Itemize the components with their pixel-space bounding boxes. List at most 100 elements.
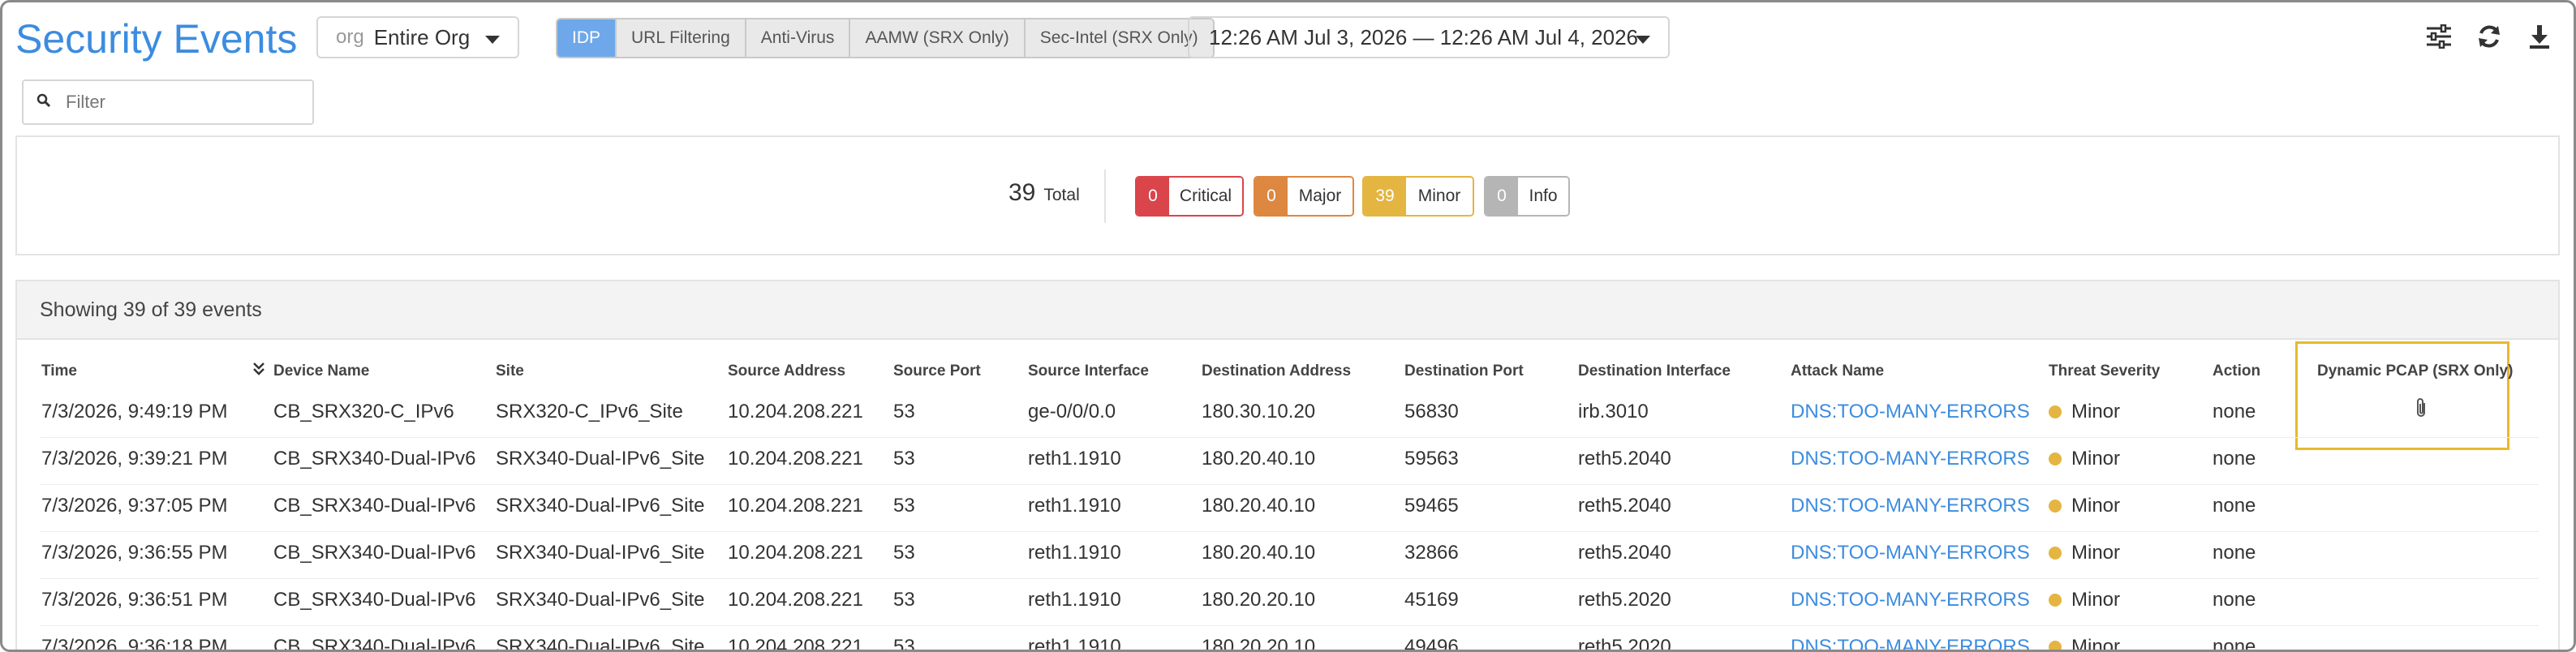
cell-device-name: CB_SRX340-Dual-IPv6	[273, 636, 476, 652]
cell-source-interface: reth1.1910	[1028, 448, 1121, 470]
severity-label: Critical	[1169, 178, 1242, 215]
cell-source-port: 53	[893, 542, 915, 564]
severity-count: 0	[1137, 178, 1169, 215]
cell-source-interface: reth1.1910	[1028, 589, 1121, 611]
cell-destination-address: 180.20.40.10	[1202, 542, 1316, 564]
column-header-time[interactable]: Time	[41, 362, 77, 380]
severity-summary: 39 Total 0 Critical 0 Major 39 Minor 0 I…	[15, 135, 2560, 255]
cell-destination-interface: reth5.2020	[1578, 589, 1671, 611]
cell-time: 7/3/2026, 9:36:18 PM	[41, 636, 228, 652]
cell-destination-interface: reth5.2020	[1578, 636, 1671, 652]
cell-threat-severity: Minor	[2049, 635, 2121, 652]
events-count-text: Showing 39 of 39 events	[17, 281, 2558, 340]
column-header-dynamic-pcap[interactable]: Dynamic PCAP (SRX Only)	[2317, 362, 2513, 380]
column-header-source-interface[interactable]: Source Interface	[1028, 362, 1149, 380]
column-header-threat-severity[interactable]: Threat Severity	[2049, 362, 2160, 380]
cell-destination-interface: irb.3010	[1578, 401, 1649, 423]
cell-source-interface: reth1.1910	[1028, 495, 1121, 517]
cell-site: SRX340-Dual-IPv6_Site	[496, 636, 705, 652]
cell-attack-name[interactable]: DNS:TOO-MANY-ERRORS	[1791, 400, 2030, 424]
cell-action: none	[2213, 636, 2256, 652]
cell-destination-address: 180.20.20.10	[1202, 589, 1316, 611]
cell-attack-name[interactable]: DNS:TOO-MANY-ERRORS	[1791, 635, 2030, 650]
severity-badge-info[interactable]: 0 Info	[1484, 176, 1570, 217]
cell-threat-severity: Minor	[2049, 588, 2120, 612]
severity-text: Minor	[2071, 401, 2121, 423]
search-icon	[37, 93, 51, 112]
cell-time: 7/3/2026, 9:36:51 PM	[41, 589, 228, 611]
filter-input[interactable]	[64, 91, 295, 114]
cell-source-interface: reth1.1910	[1028, 542, 1121, 564]
cell-source-address: 10.204.208.221	[728, 448, 863, 470]
tab-anti-virus[interactable]: Anti-Virus	[746, 19, 851, 57]
refresh-icon[interactable]	[2473, 20, 2505, 53]
severity-badge-critical[interactable]: 0 Critical	[1135, 176, 1244, 217]
column-header-device-name[interactable]: Device Name	[273, 362, 369, 380]
events-panel: Showing 39 of 39 events Time Device Name…	[15, 280, 2560, 652]
total-count-block: 39 Total	[1008, 179, 1080, 207]
cell-destination-port: 59563	[1404, 448, 1459, 470]
cell-attack-name[interactable]: DNS:TOO-MANY-ERRORS	[1791, 447, 2030, 471]
cell-destination-address: 180.20.40.10	[1202, 448, 1316, 470]
column-header-site[interactable]: Site	[496, 362, 524, 380]
row-separator	[40, 484, 2539, 485]
cell-destination-port: 59465	[1404, 495, 1459, 517]
tab-url-filtering[interactable]: URL Filtering	[617, 19, 746, 57]
chevron-down-icon	[1636, 36, 1650, 44]
tab-idp[interactable]: IDP	[557, 19, 617, 57]
cell-threat-severity: Minor	[2049, 541, 2120, 565]
download-icon[interactable]	[2523, 20, 2556, 53]
cell-source-address: 10.204.208.221	[728, 401, 863, 423]
severity-dot-icon	[2049, 405, 2062, 418]
pcap-column-highlight: Dynamic PCAP (SRX Only)	[2295, 341, 2513, 450]
cell-destination-address: 180.20.40.10	[1202, 495, 1316, 517]
sliders-icon[interactable]	[2423, 20, 2455, 53]
cell-device-name: CB_SRX340-Dual-IPv6	[273, 589, 476, 611]
cell-action: none	[2213, 589, 2256, 611]
cell-site: SRX320-C_IPv6_Site	[496, 401, 683, 423]
cell-source-interface: ge-0/0/0.0	[1028, 401, 1116, 423]
column-header-attack-name[interactable]: Attack Name	[1791, 362, 1884, 380]
severity-badge-minor[interactable]: 39 Minor	[1362, 176, 1474, 217]
cell-time: 7/3/2026, 9:49:19 PM	[41, 401, 228, 423]
cell-time: 7/3/2026, 9:37:05 PM	[41, 495, 228, 517]
cell-action: none	[2213, 495, 2256, 517]
divider	[1104, 169, 1106, 223]
tab-sec-intel[interactable]: Sec-Intel (SRX Only)	[1025, 19, 1213, 57]
row-separator	[40, 531, 2539, 532]
cell-action: none	[2213, 542, 2256, 564]
column-header-action[interactable]: Action	[2213, 362, 2260, 380]
cell-source-port: 53	[893, 636, 915, 652]
column-header-source-address[interactable]: Source Address	[728, 362, 845, 380]
cell-source-port: 53	[893, 589, 915, 611]
sort-desc-icon[interactable]	[252, 361, 265, 381]
cell-source-port: 53	[893, 401, 915, 423]
cell-site: SRX340-Dual-IPv6_Site	[496, 495, 705, 517]
cell-attack-name[interactable]: DNS:TOO-MANY-ERRORS	[1791, 541, 2030, 565]
cell-attack-name[interactable]: DNS:TOO-MANY-ERRORS	[1791, 588, 2030, 612]
cell-threat-severity: Minor	[2049, 494, 2120, 518]
date-range-selector[interactable]: 12:26 AM Jul 3, 2026 — 12:26 AM Jul 4, 2…	[1188, 16, 1670, 58]
page-title: Security Events	[15, 16, 298, 62]
tab-aamw[interactable]: AAMW (SRX Only)	[850, 19, 1026, 57]
severity-text: Minor	[2071, 636, 2121, 652]
cell-action: none	[2213, 448, 2256, 470]
cell-source-port: 53	[893, 448, 915, 470]
column-header-destination-address[interactable]: Destination Address	[1202, 362, 1351, 380]
paperclip-icon[interactable]	[2415, 397, 2429, 423]
cell-destination-address: 180.30.10.20	[1202, 401, 1316, 423]
column-header-destination-port[interactable]: Destination Port	[1404, 362, 1524, 380]
severity-badge-major[interactable]: 0 Major	[1254, 176, 1354, 217]
column-header-destination-interface[interactable]: Destination Interface	[1578, 362, 1731, 380]
row-separator	[40, 625, 2539, 626]
cell-source-port: 53	[893, 495, 915, 517]
filter-field[interactable]	[22, 79, 314, 125]
org-selector[interactable]: org Entire Org	[316, 16, 519, 58]
cell-attack-name[interactable]: DNS:TOO-MANY-ERRORS	[1791, 494, 2030, 518]
cell-destination-address: 180.20.20.10	[1202, 636, 1316, 652]
severity-label: Info	[1518, 178, 1568, 215]
cell-device-name: CB_SRX340-Dual-IPv6	[273, 495, 476, 517]
column-header-source-port[interactable]: Source Port	[893, 362, 981, 380]
severity-text: Minor	[2071, 542, 2121, 564]
severity-count: 0	[1255, 178, 1288, 215]
